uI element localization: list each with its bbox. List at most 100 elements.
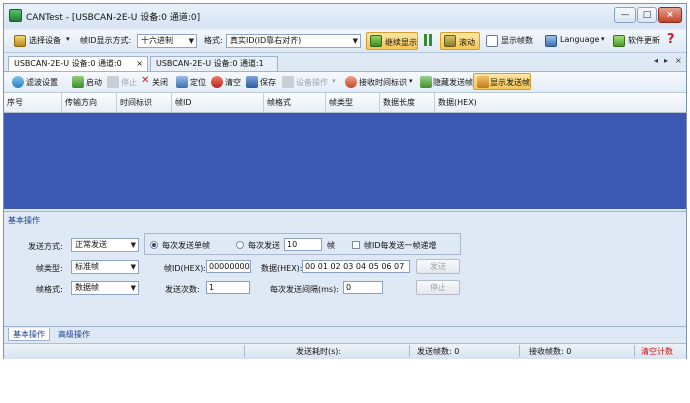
clock-icon: [345, 76, 357, 88]
stop-send-button[interactable]: 停止: [416, 280, 460, 295]
show-send-icon: [477, 76, 489, 88]
send-mode-label: 发送方式:: [28, 242, 63, 251]
start-button[interactable]: 启动: [86, 77, 102, 88]
column-header-frame-id[interactable]: 帧ID: [172, 93, 264, 112]
send-count-label: 发送次数:: [165, 285, 200, 294]
app-icon: [9, 9, 22, 22]
multi-frame-count-input[interactable]: 10: [284, 238, 322, 251]
column-header-timestamp[interactable]: 时间标识: [117, 93, 172, 112]
language-button[interactable]: Language: [560, 35, 599, 44]
save-icon: [246, 76, 258, 88]
show-send-frames-button[interactable]: 显示发送帧: [473, 73, 531, 90]
frame-id-mode-select[interactable]: 十六进制 ▼: [137, 34, 197, 48]
show-send-frames-label: 显示发送帧: [490, 78, 530, 87]
column-header-index[interactable]: 序号: [4, 93, 62, 112]
clear-icon: [211, 76, 223, 88]
device-ops-icon: [282, 76, 294, 88]
chevron-down-icon: ▼: [130, 284, 136, 292]
stop-icon: [107, 76, 119, 88]
save-button[interactable]: 保存: [260, 77, 276, 88]
column-header-frame-type[interactable]: 帧类型: [326, 93, 380, 112]
close-button[interactable]: ×: [658, 7, 682, 23]
sent-frames-status: 发送帧数: 0: [417, 347, 460, 356]
show-frames-button[interactable]: 显示帧数: [501, 35, 533, 46]
send-interval-label: 每次发送间隔(ms):: [270, 285, 339, 294]
recv-time-id-button[interactable]: 接收时间标识: [359, 77, 407, 88]
data-hex-input[interactable]: 00 01 02 03 04 05 06 07: [302, 260, 410, 273]
tab-channel-0-label: USBCAN-2E-U 设备:0 通道:0: [14, 59, 122, 68]
scroll-label: 滚动: [459, 38, 475, 47]
radio-multi-frame-label: 每次发送: [248, 241, 280, 250]
message-grid-body[interactable]: [4, 113, 686, 209]
title-bar: CANTest - [USBCAN-2E-U 设备:0 通道:0] — □ ×: [4, 4, 686, 28]
hide-send-frames-button[interactable]: 隐藏发送帧: [433, 77, 473, 88]
chevron-down-icon: ▼: [352, 37, 358, 45]
language-icon: [545, 35, 557, 47]
frame-format-select[interactable]: 数据帧 ▼: [71, 281, 139, 295]
recv-time-id-dropdown-icon[interactable]: ▾: [409, 77, 413, 85]
device-ops-dropdown-icon[interactable]: ▾: [332, 77, 336, 85]
tab-close-icon[interactable]: ×: [136, 57, 143, 70]
select-device-button[interactable]: 选择设备: [29, 35, 61, 46]
tab-scroll-left-icon[interactable]: ◂: [654, 56, 658, 65]
scroll-icon: [444, 35, 456, 47]
select-device-dropdown-icon[interactable]: ▾: [66, 35, 70, 43]
send-mode-value: 正常发送: [75, 240, 107, 249]
close-x-icon: ✕: [141, 75, 150, 86]
scroll-button[interactable]: 滚动: [440, 32, 480, 50]
locate-icon: [176, 76, 188, 88]
format-select[interactable]: 真实ID(ID靠右对齐) ▼: [226, 34, 361, 48]
format-value: 真实ID(ID靠右对齐): [230, 36, 302, 45]
frame-type-select[interactable]: 标准帧 ▼: [71, 260, 139, 274]
help-icon[interactable]: ?: [667, 33, 675, 47]
frame-id-increment-checkbox[interactable]: [352, 241, 360, 249]
send-count-input[interactable]: 1: [206, 281, 250, 294]
frame-id-mode-label: 帧ID显示方式:: [80, 36, 132, 45]
update-icon: [613, 35, 625, 47]
operation-tab-row: 基本操作 高级操作: [4, 326, 686, 343]
clear-button[interactable]: 清空: [225, 77, 241, 88]
column-header-data-length[interactable]: 数据长度: [380, 93, 435, 112]
frame-id-mode-value: 十六进制: [141, 36, 173, 45]
maximize-button[interactable]: □: [637, 7, 657, 23]
data-hex-label: 数据(HEX):: [261, 264, 303, 273]
column-header-frame-format[interactable]: 帧格式: [264, 93, 326, 112]
close-device-button[interactable]: 关闭: [152, 77, 168, 88]
stop-button[interactable]: 停止: [121, 77, 137, 88]
clear-count-button[interactable]: 清空计数: [641, 346, 673, 357]
radio-single-frame-label: 每次发送单帧: [162, 241, 210, 250]
basic-operation-panel: 基本操作 发送方式: 正常发送 ▼ 每次发送单帧 每次发送 10 帧 帧ID每发…: [4, 211, 686, 326]
radio-multi-frame[interactable]: [236, 241, 244, 249]
send-mode-select[interactable]: 正常发送 ▼: [71, 238, 139, 252]
software-update-button[interactable]: 软件更新: [628, 35, 660, 46]
chevron-down-icon: ▼: [130, 241, 136, 249]
tab-scroll-right-icon[interactable]: ▸: [664, 56, 668, 65]
document-icon: [486, 35, 498, 47]
window-title: CANTest - [USBCAN-2E-U 设备:0 通道:0]: [26, 13, 201, 23]
tab-basic-operation[interactable]: 基本操作: [8, 328, 50, 341]
column-header-direction[interactable]: 传输方向: [62, 93, 117, 112]
tab-channel-1-label: USBCAN-2E-U 设备:0 通道:1: [156, 59, 264, 68]
language-dropdown-icon[interactable]: ▾: [601, 35, 605, 43]
tab-channel-0[interactable]: USBCAN-2E-U 设备:0 通道:0 ×: [8, 56, 148, 71]
continue-display-button[interactable]: 继续显示: [366, 32, 418, 50]
device-ops-button[interactable]: 设备操作: [296, 77, 328, 88]
minimize-button[interactable]: —: [614, 7, 636, 23]
frame-id-increment-label: 帧ID每发送一帧递增: [364, 241, 437, 250]
chevron-down-icon: ▼: [130, 263, 136, 271]
send-interval-input[interactable]: 0: [343, 281, 383, 294]
locate-button[interactable]: 定位: [190, 77, 206, 88]
send-button[interactable]: 发送: [416, 259, 460, 274]
application-window: CANTest - [USBCAN-2E-U 设备:0 通道:0] — □ × …: [3, 3, 687, 359]
radio-single-frame[interactable]: [150, 241, 158, 249]
frame-type-label: 帧类型:: [36, 264, 63, 273]
frame-id-input[interactable]: 00000000: [206, 260, 251, 273]
frame-type-value: 标准帧: [75, 262, 99, 271]
tab-advanced-operation[interactable]: 高级操作: [54, 328, 94, 341]
tab-close-all-icon[interactable]: ×: [675, 56, 682, 65]
filter-settings-button[interactable]: 滤波设置: [26, 77, 58, 88]
tab-channel-1[interactable]: USBCAN-2E-U 设备:0 通道:1: [150, 56, 278, 71]
column-header-data-hex[interactable]: 数据(HEX): [435, 93, 686, 112]
start-icon: [72, 76, 84, 88]
chevron-down-icon: ▼: [188, 37, 194, 45]
